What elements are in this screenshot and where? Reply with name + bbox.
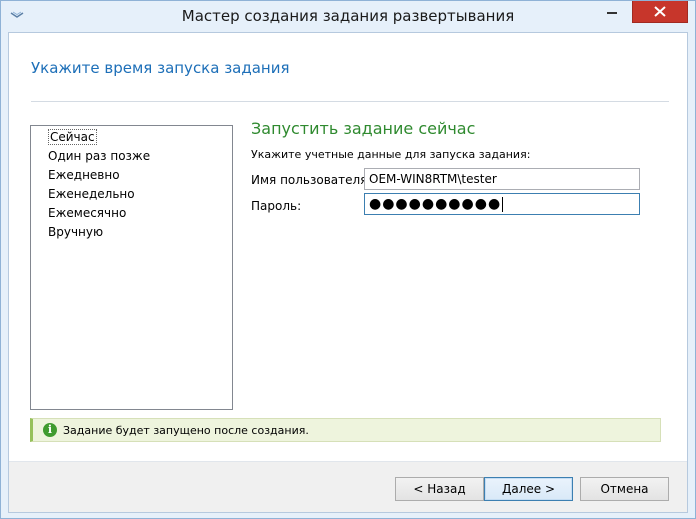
- window-title: Мастер создания задания развертывания: [181, 7, 515, 25]
- wizard-window: Мастер создания задания развертывания Ук…: [0, 0, 696, 519]
- close-icon: [654, 6, 666, 17]
- title-bar[interactable]: Мастер создания задания развертывания: [1, 1, 695, 32]
- back-button[interactable]: < Назад: [395, 477, 484, 501]
- info-message: Задание будет запущено после создания.: [63, 424, 309, 437]
- next-button[interactable]: Далее >: [484, 477, 573, 501]
- schedule-item-monthly[interactable]: Ежемесячно: [31, 204, 232, 223]
- text-caret: [502, 197, 504, 212]
- username-value: OEM-WIN8RTM\tester: [369, 172, 497, 186]
- wizard-client-area: Укажите время запуска задания Сейчас Оди…: [8, 32, 688, 513]
- schedule-item-label: Вручную: [48, 225, 104, 239]
- schedule-item-once-later[interactable]: Один раз позже: [31, 147, 232, 166]
- cancel-button[interactable]: Отмена: [580, 477, 669, 501]
- minimize-icon: [607, 12, 617, 14]
- schedule-listbox[interactable]: Сейчас Один раз позже Ежедневно Еженедел…: [30, 125, 233, 410]
- schedule-item-label: Сейчас: [48, 129, 97, 145]
- close-button[interactable]: [632, 1, 688, 23]
- username-field[interactable]: OEM-WIN8RTM\tester: [364, 168, 640, 190]
- credentials-prompt: Укажите учетные данные для запуска задан…: [251, 148, 531, 161]
- info-bar: i Задание будет запущено после создания.: [30, 418, 661, 442]
- username-label: Имя пользователя:: [251, 173, 372, 187]
- schedule-item-label: Ежедневно: [48, 168, 120, 182]
- header-divider: [31, 101, 669, 102]
- section-title: Запустить задание сейчас: [251, 119, 476, 138]
- schedule-item-manual[interactable]: Вручную: [31, 223, 232, 242]
- password-mask: ●●●●●●●●●●: [369, 196, 502, 212]
- info-icon: i: [43, 423, 57, 437]
- minimize-button[interactable]: [599, 1, 625, 21]
- schedule-item-label: Один раз позже: [48, 149, 151, 163]
- schedule-item-weekly[interactable]: Еженедельно: [31, 185, 232, 204]
- schedule-item-label: Еженедельно: [48, 187, 135, 201]
- button-bar: < Назад Далее > Отмена: [9, 462, 687, 512]
- password-field[interactable]: ●●●●●●●●●●: [364, 193, 640, 215]
- page-title: Укажите время запуска задания: [31, 59, 290, 77]
- schedule-item-daily[interactable]: Ежедневно: [31, 166, 232, 185]
- schedule-item-now[interactable]: Сейчас: [31, 128, 232, 147]
- schedule-item-label: Ежемесячно: [48, 206, 127, 220]
- password-label: Пароль:: [251, 199, 302, 213]
